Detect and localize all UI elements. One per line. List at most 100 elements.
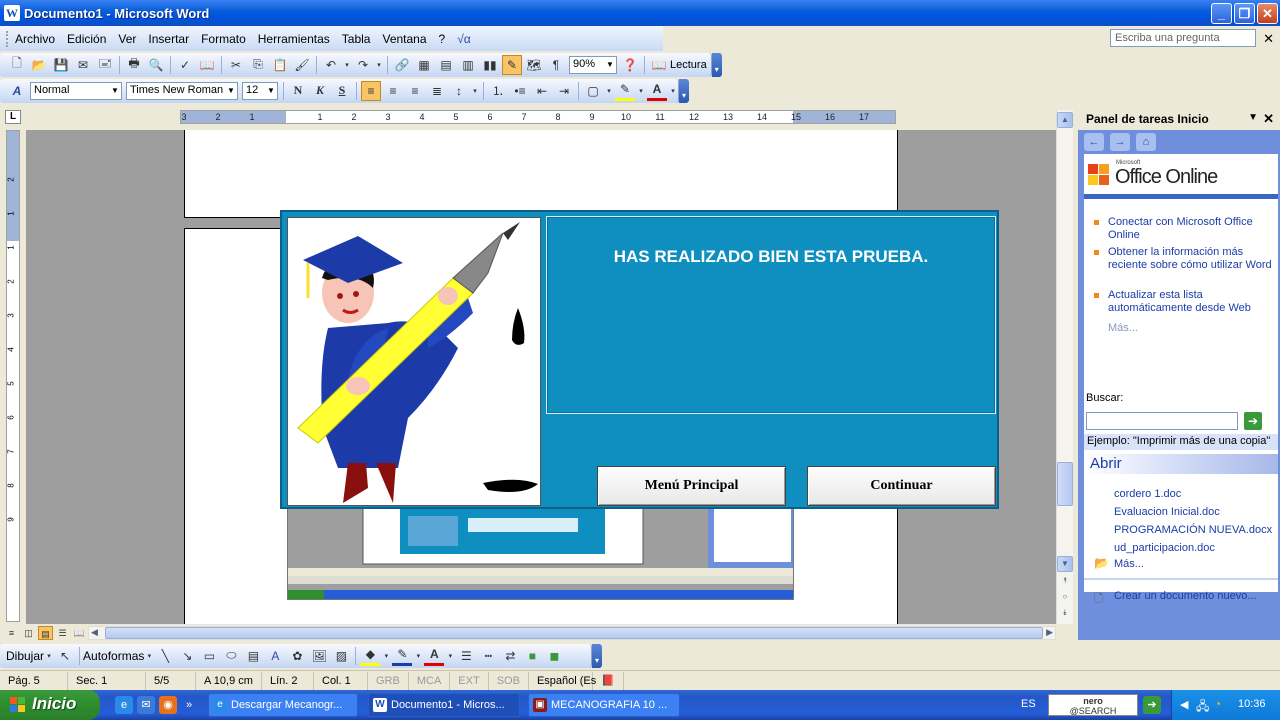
tables-borders-icon[interactable]: ▦ <box>414 55 434 75</box>
increase-indent-icon[interactable]: ⇥ <box>554 81 574 101</box>
paste-icon[interactable]: 📋 <box>270 55 290 75</box>
home-icon[interactable]: ⌂ <box>1136 133 1156 151</box>
maximize-button[interactable]: ❐ <box>1234 3 1255 24</box>
previous-page-icon[interactable]: ⯭ <box>1057 574 1073 590</box>
horizontal-ruler[interactable]: 3 2 1 1 2 3 4 5 6 7 8 9 10 11 12 13 14 15 16 17 <box>180 110 896 124</box>
toolbar-options-icon[interactable]: ▾ <box>592 643 602 668</box>
style-select[interactable]: Normal ▼ <box>30 81 122 100</box>
menu-ventana[interactable]: Ventana <box>376 32 432 46</box>
font-select[interactable]: Times New Roman ▼ <box>126 81 238 100</box>
ask-question-input[interactable]: Escriba una pregunta <box>1110 29 1256 47</box>
borders-dropdown-icon[interactable]: ▾ <box>605 81 613 101</box>
outline-view-icon[interactable]: ☰ <box>55 626 70 640</box>
arrow-icon[interactable]: ↘ <box>177 646 197 666</box>
menu-ver[interactable]: Ver <box>112 32 142 46</box>
print-preview-icon[interactable]: 🔍 <box>146 55 166 75</box>
spelling-status-icon[interactable]: 📕 <box>593 671 624 690</box>
nero-search-box[interactable]: nero @SEARCH <box>1048 694 1138 716</box>
menu-edicion[interactable]: Edición <box>61 32 112 46</box>
vertical-scrollbar[interactable]: ▲ ▼ ⯭ ○ ⯯ <box>1056 110 1073 624</box>
continue-button[interactable]: Continuar <box>807 466 996 506</box>
search-go-icon[interactable]: ➔ <box>1244 412 1262 430</box>
outlook-icon[interactable]: ✉ <box>137 696 155 714</box>
browse-object-icon[interactable]: ○ <box>1057 590 1073 606</box>
font-color-dropdown-icon[interactable]: ▾ <box>669 81 677 101</box>
line-icon[interactable]: ╲ <box>155 646 175 666</box>
insert-table-icon[interactable]: ▤ <box>436 55 456 75</box>
menu-insertar[interactable]: Insertar <box>142 32 195 46</box>
picture-icon[interactable]: ▨ <box>331 646 351 666</box>
link-update-list[interactable]: Actualizar esta lista automáticamente de… <box>1108 289 1274 315</box>
chevron-down-icon[interactable]: ▾ <box>45 646 53 666</box>
textbox-icon[interactable]: ▤ <box>243 646 263 666</box>
firefox-icon[interactable]: ◉ <box>159 696 177 714</box>
menu-herramientas[interactable]: Herramientas <box>252 32 336 46</box>
fill-dropdown-icon[interactable]: ▾ <box>382 646 390 666</box>
menu-formato[interactable]: Formato <box>195 32 252 46</box>
hyperlink-icon[interactable]: 🔗 <box>392 55 412 75</box>
format-painter-icon[interactable]: 🖌 <box>292 55 312 75</box>
insert-excel-icon[interactable]: ▥ <box>458 55 478 75</box>
line-color-icon[interactable]: ✎ <box>392 646 413 666</box>
more-link[interactable]: Más... <box>1108 322 1138 334</box>
taskbar-item-word[interactable]: W Documento1 - Micros... <box>368 693 520 717</box>
clock[interactable]: 10:36 <box>1238 698 1266 710</box>
line-spacing-icon[interactable]: ↕ <box>449 81 469 101</box>
toolbar-options-icon[interactable]: ▾ <box>711 52 722 77</box>
status-mca[interactable]: MCA <box>409 671 451 690</box>
bullets-icon[interactable]: •≡ <box>510 81 530 101</box>
draw-menu-button[interactable]: Dibujar <box>6 649 44 663</box>
status-language[interactable]: Español (Es <box>529 671 596 690</box>
more-files-link[interactable]: Más... <box>1114 558 1144 570</box>
recent-file[interactable]: cordero 1.doc <box>1114 488 1181 500</box>
open-folder-icon[interactable]: 📂 <box>29 55 49 75</box>
copy-icon[interactable]: ⎘ <box>248 55 268 75</box>
draw-font-color-dropdown-icon[interactable]: ▾ <box>446 646 454 666</box>
forward-icon[interactable]: → <box>1110 133 1130 151</box>
link-latest-info[interactable]: Obtener la información más reciente sobr… <box>1108 246 1274 272</box>
scroll-up-icon[interactable]: ▲ <box>1057 112 1073 128</box>
link-connect-office-online[interactable]: Conectar con Microsoft Office Online <box>1108 216 1274 242</box>
line-spacing-dropdown-icon[interactable]: ▾ <box>471 81 479 101</box>
clipart-icon[interactable]: 🖼 <box>309 646 329 666</box>
help-icon[interactable]: ❓ <box>620 55 640 75</box>
next-page-icon[interactable]: ⯯ <box>1057 606 1073 622</box>
normal-view-icon[interactable]: ≡ <box>4 626 19 640</box>
word-app-icon[interactable]: W <box>4 5 20 21</box>
styles-pane-icon[interactable]: A <box>7 81 27 101</box>
shadow-icon[interactable]: ■ <box>522 646 542 666</box>
task-pane-close-icon[interactable]: ✕ <box>1263 111 1274 127</box>
task-pane-dropdown-icon[interactable]: ▼ <box>1248 112 1258 123</box>
rectangle-icon[interactable]: ▭ <box>199 646 219 666</box>
autoshapes-menu-button[interactable]: Autoformas <box>83 649 144 663</box>
status-ext[interactable]: EXT <box>450 671 489 690</box>
print-layout-icon[interactable]: ▤ <box>38 626 53 640</box>
menu-tabla[interactable]: Tabla <box>336 32 377 46</box>
dash-style-icon[interactable]: ┅ <box>478 646 498 666</box>
horizontal-scroll-thumb[interactable] <box>105 627 1043 639</box>
cut-icon[interactable]: ✂ <box>226 55 246 75</box>
recent-file[interactable]: ud_participacion.doc <box>1114 542 1215 554</box>
create-new-document-link[interactable]: Crear un documento nuevo... <box>1114 590 1256 602</box>
taskbar-item-browser[interactable]: e Descargar Mecanogr... <box>208 693 358 717</box>
horizontal-scrollbar[interactable]: ◀ ▶ <box>88 626 1056 640</box>
align-right-icon[interactable]: ≡ <box>405 81 425 101</box>
scroll-thumb[interactable] <box>1057 462 1073 506</box>
columns-icon[interactable]: ▮▮ <box>480 55 500 75</box>
highlight-dropdown-icon[interactable]: ▾ <box>637 81 645 101</box>
line-color-dropdown-icon[interactable]: ▾ <box>414 646 422 666</box>
email-icon[interactable]: 🖃 <box>95 55 115 75</box>
oval-icon[interactable]: ⬭ <box>221 646 241 666</box>
nero-go-icon[interactable]: ➔ <box>1143 696 1161 714</box>
spelling-icon[interactable]: ✓ <box>175 55 195 75</box>
save-icon[interactable]: 💾 <box>51 55 71 75</box>
redo-dropdown-icon[interactable]: ▾ <box>375 55 383 75</box>
show-hide-icon[interactable]: ¶ <box>546 55 566 75</box>
reading-icon[interactable]: 📖 <box>649 55 669 75</box>
chevron-down-icon[interactable]: ▾ <box>145 646 153 666</box>
keyboard-language[interactable]: ES <box>1021 698 1036 710</box>
numbering-icon[interactable]: ⒈ <box>488 81 508 101</box>
zoom-select[interactable]: 90% ▼ <box>569 55 617 74</box>
diagram-icon[interactable]: ✿ <box>287 646 307 666</box>
network-icon[interactable]: 🖧 <box>1196 697 1209 718</box>
